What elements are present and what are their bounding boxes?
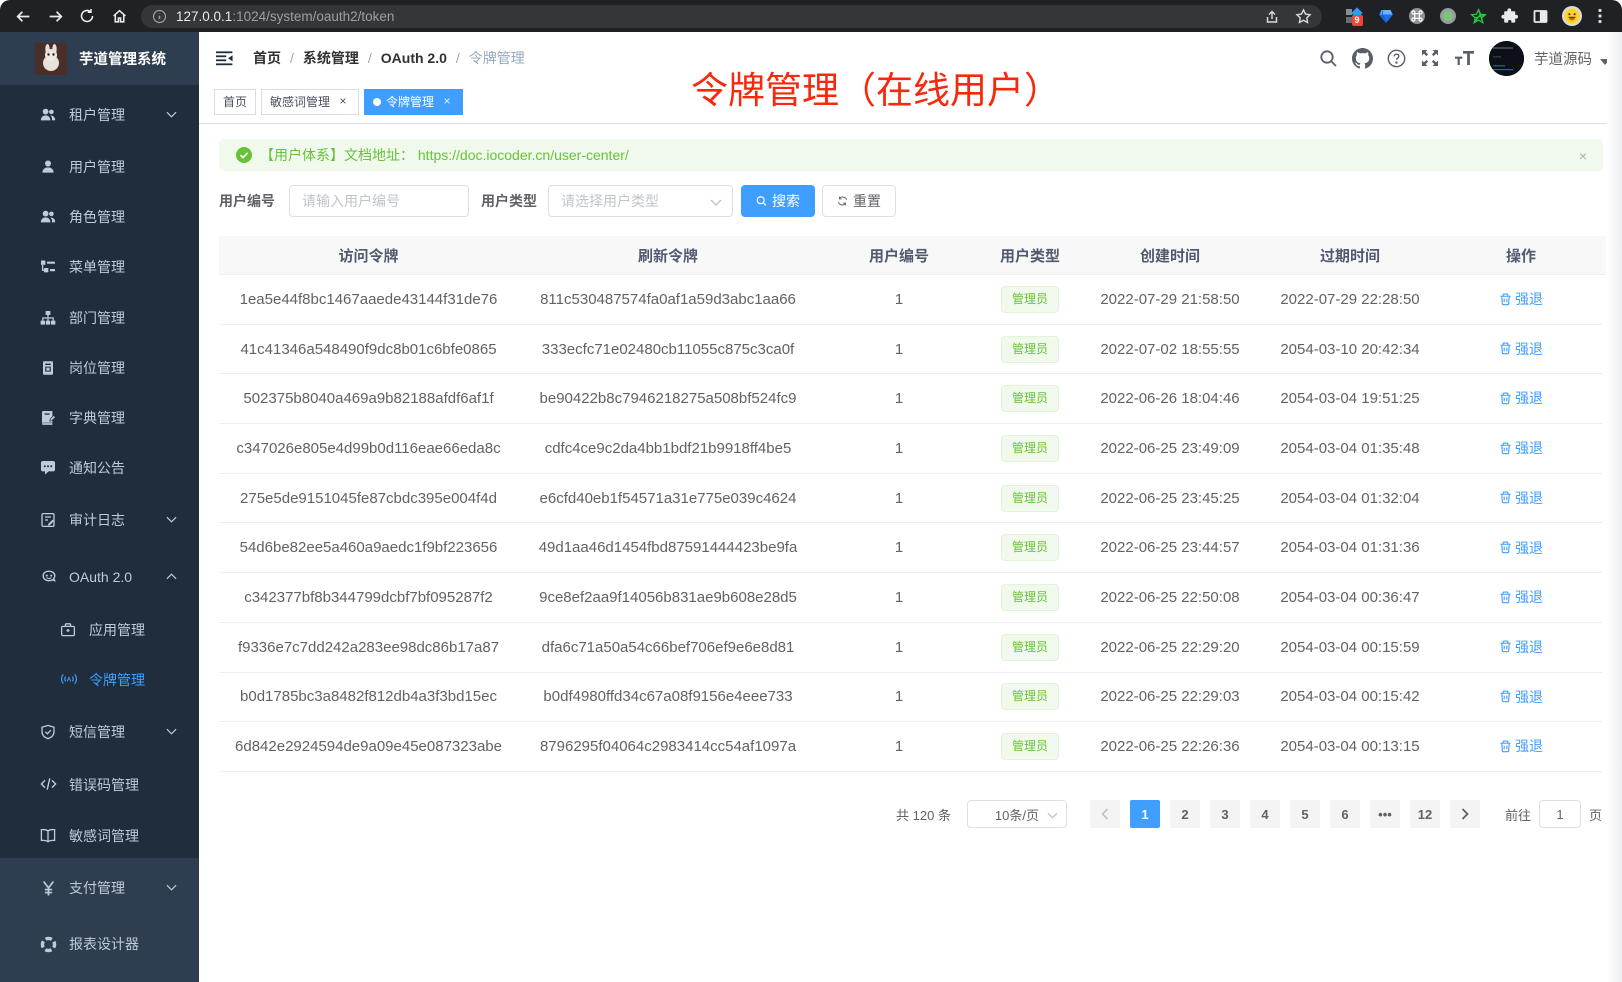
svg-text:A: A [67,676,72,683]
